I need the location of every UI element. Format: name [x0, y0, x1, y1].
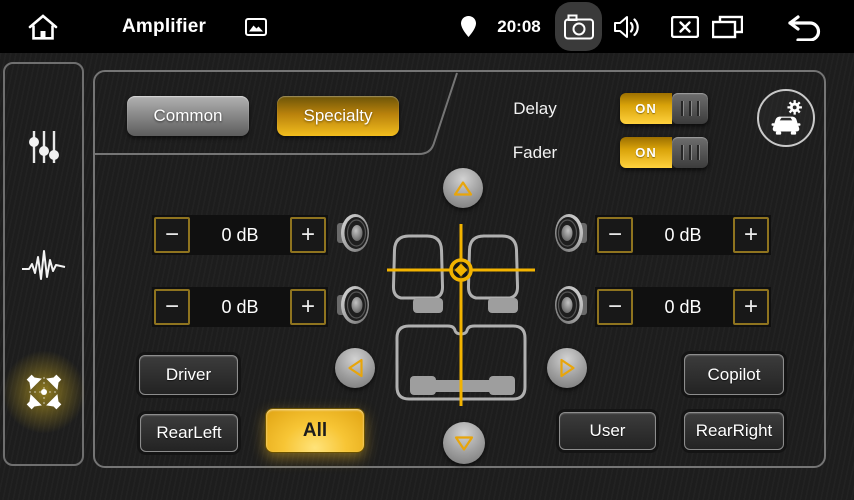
front-right-minus-button[interactable]: −: [597, 217, 633, 253]
recent-apps-icon[interactable]: [712, 15, 743, 39]
status-bar: Amplifier 20:08: [0, 0, 854, 53]
sidebar-item-equalizer[interactable]: [5, 128, 82, 166]
delay-toggle-state: ON: [620, 93, 672, 124]
preset-rearright-button[interactable]: RearRight: [684, 412, 784, 450]
delay-toggle-knob: [672, 93, 708, 124]
sidebar-item-sound-effect[interactable]: [5, 248, 82, 284]
tab-specialty[interactable]: Specialty: [277, 96, 399, 136]
seat-balance-map: [380, 210, 540, 420]
triangle-right-icon: [559, 358, 576, 378]
triangle-up-icon: [453, 180, 473, 197]
camera-icon: [564, 14, 594, 40]
gain-row-rear-left: − 0 dB +: [152, 287, 328, 327]
location-icon: [461, 16, 476, 37]
fader-toggle[interactable]: ON: [620, 137, 708, 168]
amplifier-panel: Common Specialty Delay ON Fader ON: [93, 70, 826, 468]
preset-user-button[interactable]: User: [559, 412, 656, 450]
home-icon[interactable]: [27, 13, 59, 41]
volume-icon[interactable]: [614, 15, 642, 39]
preset-all-button[interactable]: All: [265, 408, 365, 453]
move-down-button[interactable]: [443, 422, 485, 464]
move-up-button[interactable]: [443, 168, 483, 208]
tab-common[interactable]: Common: [127, 96, 249, 136]
rear-right-gain-value: 0 dB: [633, 297, 733, 318]
speakers-cross-icon: [20, 368, 68, 416]
rear-left-minus-button[interactable]: −: [154, 289, 190, 325]
gain-row-front-left: − 0 dB +: [152, 215, 328, 255]
clock: 20:08: [492, 0, 546, 53]
triangle-left-icon: [347, 358, 364, 378]
rear-left-gain-value: 0 dB: [190, 297, 290, 318]
speaker-icon-front-left: [333, 211, 373, 255]
car-settings-button[interactable]: [757, 89, 815, 147]
speaker-icon-front-right: [551, 211, 591, 255]
rear-left-plus-button[interactable]: +: [290, 289, 326, 325]
amplifier-screen: Amplifier 20:08: [0, 0, 854, 500]
car-settings-icon: [759, 91, 813, 145]
front-left-plus-button[interactable]: +: [290, 217, 326, 253]
eq-sliders-icon: [27, 128, 61, 166]
balance-crosshair-target[interactable]: [451, 260, 471, 280]
preset-rearleft-button[interactable]: RearLeft: [140, 414, 238, 452]
sidebar-item-fader-balance[interactable]: [5, 364, 82, 420]
waveform-icon: [22, 248, 66, 284]
preset-driver-button[interactable]: Driver: [139, 355, 238, 395]
front-left-gain-value: 0 dB: [190, 225, 290, 246]
close-app-icon[interactable]: [671, 16, 699, 38]
front-right-plus-button[interactable]: +: [733, 217, 769, 253]
camera-button[interactable]: [555, 2, 602, 51]
fader-toggle-knob: [672, 137, 708, 168]
back-icon[interactable]: [785, 15, 823, 41]
move-left-button[interactable]: [335, 348, 375, 388]
content-area: Common Specialty Delay ON Fader ON: [0, 53, 854, 500]
rear-right-plus-button[interactable]: +: [733, 289, 769, 325]
fader-label: Fader: [500, 143, 570, 163]
gain-row-front-right: − 0 dB +: [595, 215, 771, 255]
front-right-gain-value: 0 dB: [633, 225, 733, 246]
gain-row-rear-right: − 0 dB +: [595, 287, 771, 327]
delay-toggle[interactable]: ON: [620, 93, 708, 124]
gallery-icon[interactable]: [245, 18, 267, 36]
fader-toggle-state: ON: [620, 137, 672, 168]
speaker-icon-rear-left: [333, 283, 373, 327]
triangle-down-icon: [454, 435, 474, 452]
front-left-minus-button[interactable]: −: [154, 217, 190, 253]
speaker-icon-rear-right: [551, 283, 591, 327]
delay-label: Delay: [500, 99, 570, 119]
preset-copilot-button[interactable]: Copilot: [684, 354, 784, 395]
sidebar: [3, 62, 84, 466]
page-title: Amplifier: [122, 0, 206, 53]
rear-right-minus-button[interactable]: −: [597, 289, 633, 325]
move-right-button[interactable]: [547, 348, 587, 388]
